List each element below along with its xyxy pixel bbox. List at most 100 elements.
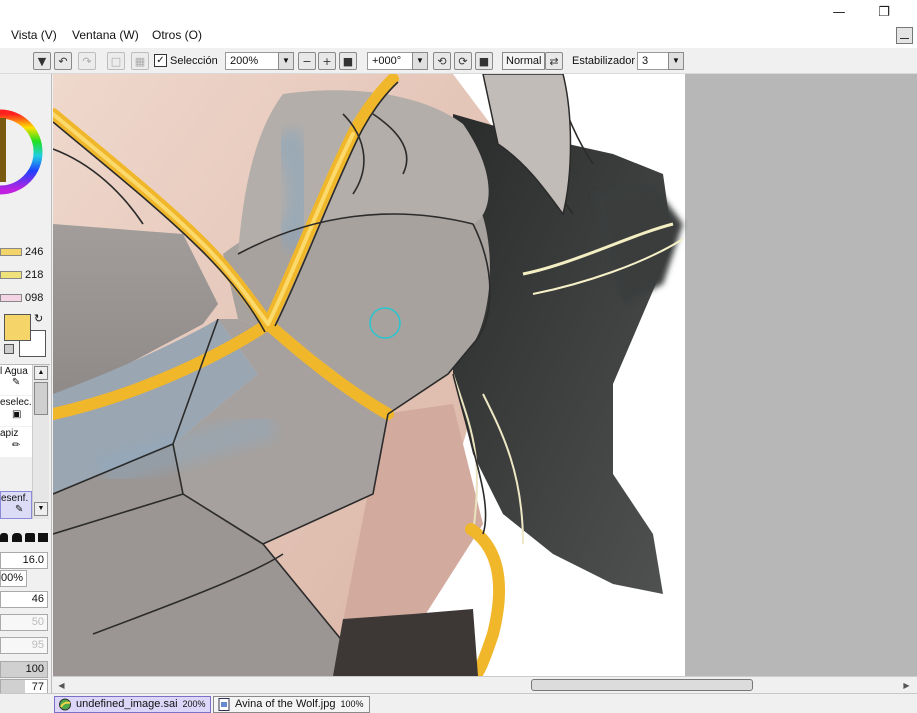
brush-shape-square[interactable]: [38, 533, 48, 542]
blending-field[interactable]: 50: [0, 614, 48, 631]
zoom-select[interactable]: 200% ▼: [225, 52, 294, 70]
brush-size-field[interactable]: 16.0: [0, 552, 48, 569]
texture-value: 77: [31, 681, 44, 693]
chevron-left-icon: ◀: [58, 680, 65, 690]
invert-selection-icon: ▦: [134, 54, 146, 68]
undo-button[interactable]: ↶: [54, 52, 72, 70]
tool-label: esenf.: [1, 493, 29, 504]
blue-slider-track: [0, 294, 22, 302]
redo-icon: ↷: [82, 54, 92, 68]
square-icon: ■: [478, 54, 490, 68]
zoom-value: 200%: [230, 55, 259, 67]
brush-shape-mid[interactable]: [25, 533, 35, 542]
document-tabs: undefined_image.sai 200% Avina of the Wol…: [0, 693, 917, 713]
rotate-cw-icon: ⟳: [458, 54, 468, 68]
minimize-button[interactable]: —: [826, 2, 852, 22]
eraser-icon: ▣: [12, 409, 22, 420]
scroll-right-button[interactable]: ▶: [899, 678, 914, 692]
stabilizer-select[interactable]: 3 ▼: [637, 52, 684, 70]
tab-zoom: 100%: [340, 699, 364, 709]
tab-undefined-image[interactable]: undefined_image.sai 200%: [54, 696, 211, 713]
min-size-field[interactable]: 00%: [0, 570, 27, 587]
red-slider[interactable]: 246: [0, 246, 50, 260]
horizontal-scroll-thumb[interactable]: [531, 679, 753, 691]
persistence-field[interactable]: 100: [0, 661, 48, 678]
tool-watercolor[interactable]: l Agua ✎: [0, 365, 32, 395]
rotation-reset-button[interactable]: ■: [475, 52, 493, 70]
tool-list: l Agua ✎ eselec. ▣ apiz ✏ esenf. ✎ ▲ ▼: [0, 364, 50, 520]
brush-icon: ✎: [15, 504, 24, 515]
image-file-icon: [218, 698, 230, 711]
mdi-minimize-button[interactable]: [896, 27, 913, 44]
dilution-value: 95: [31, 639, 44, 651]
chevron-down-icon: ▼: [278, 52, 294, 70]
primary-color-swatch[interactable]: [4, 314, 31, 341]
invert-selection-button[interactable]: ▦: [131, 52, 149, 70]
color-wheel[interactable]: [0, 74, 52, 234]
brush-shape-row: [0, 529, 50, 545]
zoom-out-button[interactable]: −: [298, 52, 316, 70]
scroll-up-button[interactable]: ▲: [34, 366, 48, 380]
artwork-canvas[interactable]: [53, 74, 917, 676]
swap-colors-icon[interactable]: ↻: [34, 312, 43, 325]
brush-size-value: 16.0: [22, 554, 44, 566]
density-field[interactable]: 46: [0, 591, 48, 608]
menu-ventana[interactable]: Ventana (W): [72, 28, 139, 42]
undo-icon: ↶: [58, 54, 68, 68]
brush-icon: ✎: [12, 377, 21, 388]
scroll-down-button[interactable]: ▼: [34, 502, 48, 516]
tool-label: apiz: [0, 428, 19, 439]
horizontal-scrollbar[interactable]: ◀ ▶: [53, 676, 917, 693]
canvas-area[interactable]: [53, 74, 917, 676]
scroll-thumb[interactable]: [34, 382, 48, 415]
selection-checkbox[interactable]: ✓: [154, 54, 167, 67]
tab-label: undefined_image.sai: [76, 698, 178, 710]
zoom-reset-button[interactable]: ■: [339, 52, 357, 70]
menu-vista[interactable]: Vista (V): [11, 28, 57, 42]
tool-blur[interactable]: esenf. ✎: [0, 491, 32, 519]
zoom-in-button[interactable]: +: [318, 52, 336, 70]
brush-shape-round[interactable]: [12, 533, 22, 542]
chevron-down-icon: ▼: [668, 52, 684, 70]
rotation-select[interactable]: +000° ▼: [367, 52, 428, 70]
min-size-value: 00%: [1, 572, 24, 584]
redo-button[interactable]: ↷: [78, 52, 96, 70]
reset-colors-icon[interactable]: [4, 344, 14, 354]
title-bar: — ❐: [0, 0, 917, 24]
scroll-left-button[interactable]: ◀: [54, 678, 69, 692]
tool-deselect[interactable]: eselec. ▣: [0, 396, 32, 426]
chevron-down-icon: ▼: [412, 52, 428, 70]
tool-pencil[interactable]: apiz ✏: [0, 427, 32, 457]
red-slider-track: [0, 248, 22, 256]
selection-label: Selección: [170, 55, 218, 67]
density-value: 46: [31, 593, 44, 605]
green-slider[interactable]: 218: [0, 269, 50, 283]
blend-mode-select[interactable]: Normal: [502, 52, 546, 70]
flip-horizontal-button[interactable]: ⇄: [545, 52, 563, 70]
plus-icon: +: [322, 54, 332, 68]
rotate-ccw-button[interactable]: ⟲: [433, 52, 451, 70]
stabilizer-value: 3: [642, 55, 649, 67]
green-value: 218: [25, 269, 44, 281]
persistence-value: 100: [25, 663, 44, 675]
blue-slider[interactable]: 098: [0, 292, 50, 306]
deselect-button[interactable]: □: [107, 52, 125, 70]
menu-bar: Vista (V) Ventana (W) Otros (O): [0, 24, 917, 48]
pencil-icon: ✏: [12, 440, 21, 451]
tab-avina-of-the-wolf[interactable]: Avina of the Wolf.jpg 100%: [213, 696, 370, 713]
toolbar: ▼ ↶ ↷ □ ▦ ✓ Selección 200% ▼ − + ■ +000°…: [0, 48, 917, 74]
brush-shape-flat[interactable]: [0, 533, 8, 542]
rotate-ccw-icon: ⟲: [437, 54, 447, 68]
restore-button[interactable]: ❐: [871, 2, 897, 22]
rotation-value: +000°: [372, 55, 402, 67]
tool-label: eselec.: [0, 397, 32, 408]
dilution-field[interactable]: 95: [0, 637, 48, 654]
rotate-cw-button[interactable]: ⟳: [454, 52, 472, 70]
tool-list-scrollbar[interactable]: ▲ ▼: [32, 365, 49, 519]
left-panel: 246 218 098 ↻ l Agua ✎ eselec. ▣ apiz ✏ …: [0, 74, 52, 696]
menu-otros[interactable]: Otros (O): [152, 28, 202, 42]
red-value: 246: [25, 246, 44, 258]
chevron-right-icon: ▶: [903, 680, 910, 690]
panel-menu-button[interactable]: ▼: [33, 52, 51, 70]
tool-label: l Agua: [0, 366, 28, 377]
